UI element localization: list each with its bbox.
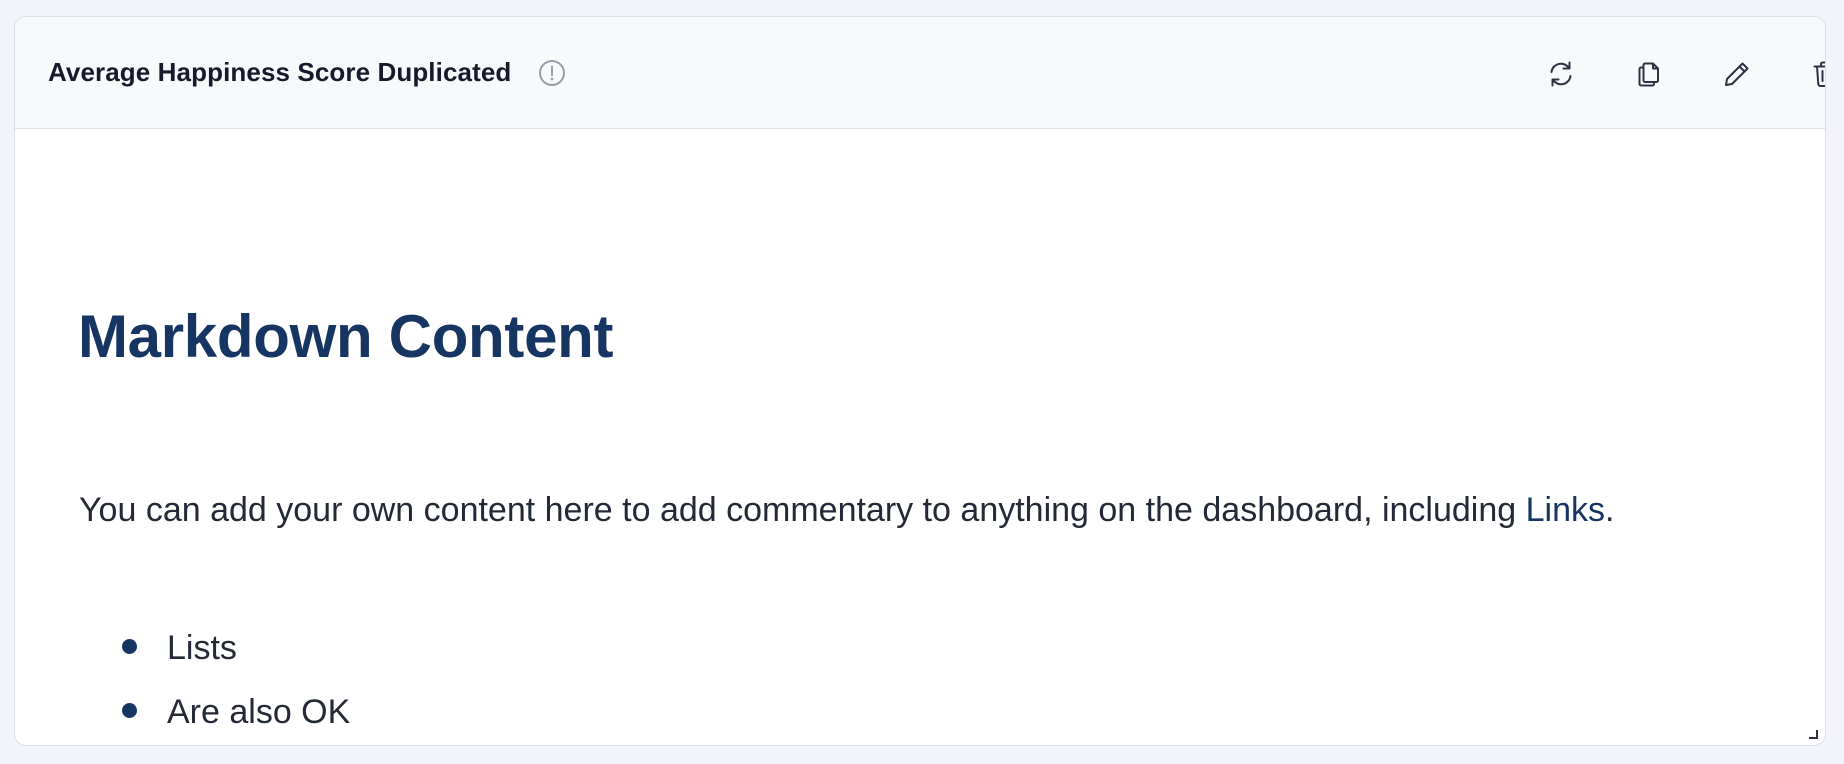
delete-icon	[1813, 61, 1825, 87]
refresh-icon	[1550, 61, 1572, 87]
resize-handle-icon[interactable]	[1807, 727, 1819, 739]
markdown-panel: Average Happiness Score Duplicated Markd…	[14, 16, 1826, 746]
paragraph-end: .	[1605, 491, 1615, 529]
panel-header: Average Happiness Score Duplicated	[15, 17, 1825, 129]
refresh-button[interactable]	[1544, 57, 1578, 91]
markdown-link[interactable]: Links	[1526, 491, 1605, 529]
markdown-paragraph: You can add your own content here to add…	[79, 493, 1614, 527]
bullet-icon	[122, 639, 137, 654]
duplicate-button[interactable]	[1632, 57, 1666, 91]
markdown-heading: Markdown Content	[78, 303, 614, 370]
bullet-icon	[122, 703, 137, 718]
list-item-text: Lists	[167, 629, 237, 667]
info-circle-icon[interactable]	[537, 58, 567, 88]
panel-title: Average Happiness Score Duplicated	[48, 57, 512, 87]
edit-button[interactable]	[1720, 57, 1754, 91]
duplicate-icon	[1638, 62, 1659, 87]
delete-button[interactable]	[1808, 57, 1825, 91]
edit-icon	[1725, 62, 1749, 86]
list-item-text: Are also OK	[167, 693, 351, 731]
paragraph-text: You can add your own content here to add…	[79, 491, 1526, 529]
